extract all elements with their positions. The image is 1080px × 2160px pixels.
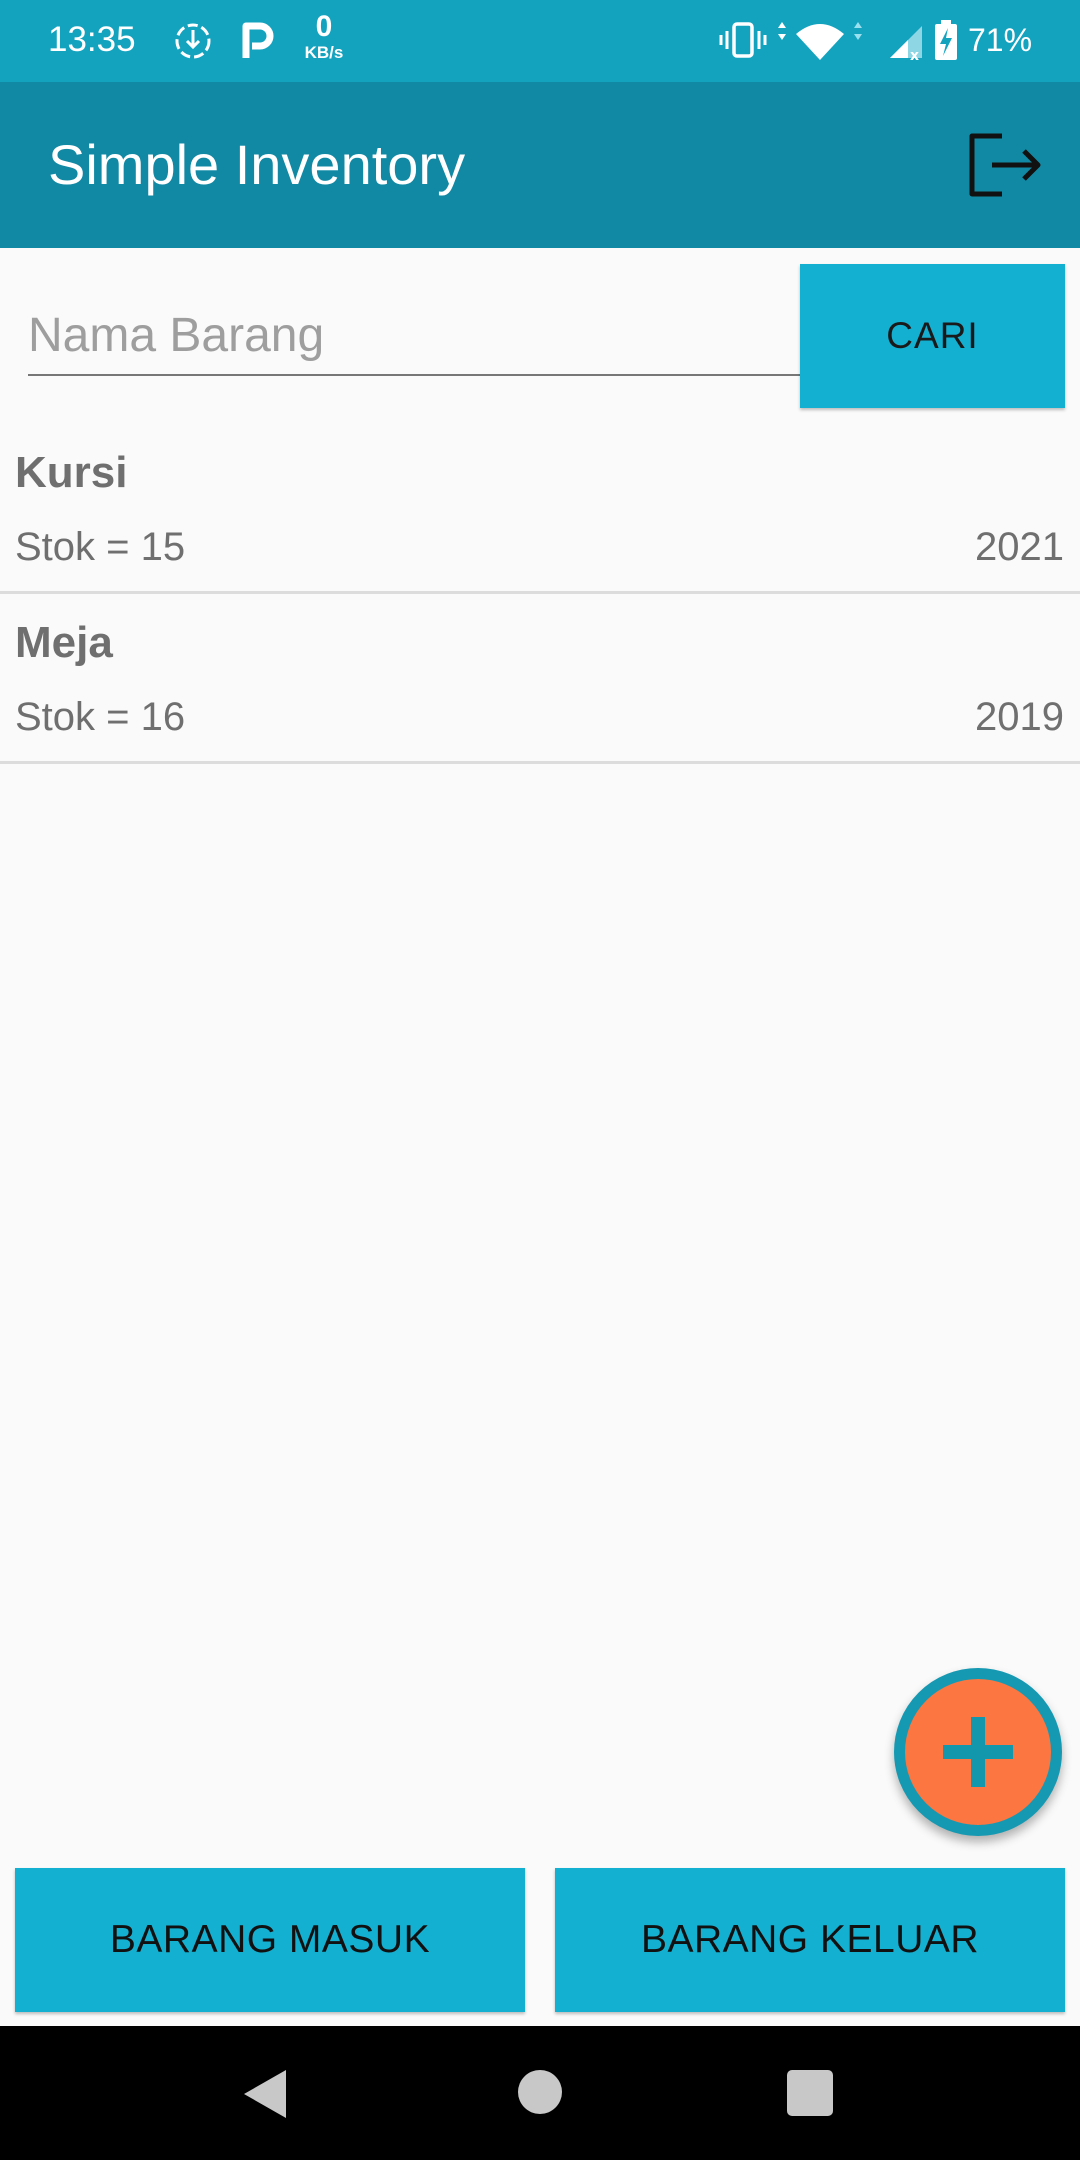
barang-keluar-button[interactable]: BARANG KELUAR (555, 1868, 1065, 2012)
list-item[interactable]: Kursi Stok = 15 2021 (0, 424, 1080, 594)
add-icon (943, 1717, 1013, 1787)
net-speed-unit: KB/s (304, 43, 344, 62)
download-icon (175, 23, 211, 59)
app-title: Simple Inventory (48, 133, 466, 196)
barang-masuk-button[interactable]: BARANG MASUK (15, 1868, 525, 2012)
search-input[interactable] (28, 296, 800, 376)
item-name: Meja (15, 618, 113, 667)
item-stock: Stok = 15 (15, 525, 186, 569)
net-speed-value: 0 (315, 10, 333, 43)
item-stock: Stok = 16 (15, 695, 186, 739)
vibrate-icon (719, 22, 767, 58)
item-year: 2019 (975, 695, 1064, 739)
back-icon[interactable] (240, 2066, 290, 2122)
item-name: Kursi (15, 448, 128, 497)
logout-icon[interactable] (966, 128, 1046, 202)
status-bar: 13:35 0 KB/s x 71% (0, 0, 1080, 82)
item-year: 2021 (975, 525, 1064, 569)
list-item[interactable]: Meja Stok = 16 2019 (0, 594, 1080, 764)
status-time: 13:35 (48, 20, 136, 59)
app-bar: Simple Inventory (0, 82, 1080, 248)
wifi-icon (778, 22, 862, 60)
network-speed: 0 KB/s (296, 10, 352, 62)
navigation-bar (0, 2026, 1080, 2160)
home-icon[interactable] (518, 2070, 562, 2114)
inventory-list: Kursi Stok = 15 2021 Meja Stok = 16 2019 (0, 424, 1080, 764)
add-item-button[interactable] (894, 1668, 1062, 1836)
svg-text:x: x (910, 48, 919, 64)
recent-apps-icon[interactable] (787, 2070, 833, 2116)
search-button[interactable]: CARI (800, 264, 1065, 408)
signal-icon: x (890, 26, 922, 64)
battery-icon (935, 20, 957, 60)
parking-icon (242, 22, 274, 58)
battery-percent: 71% (968, 22, 1033, 58)
screen: 13:35 0 KB/s x 71% Simple Inventory Nama… (0, 0, 1080, 2160)
